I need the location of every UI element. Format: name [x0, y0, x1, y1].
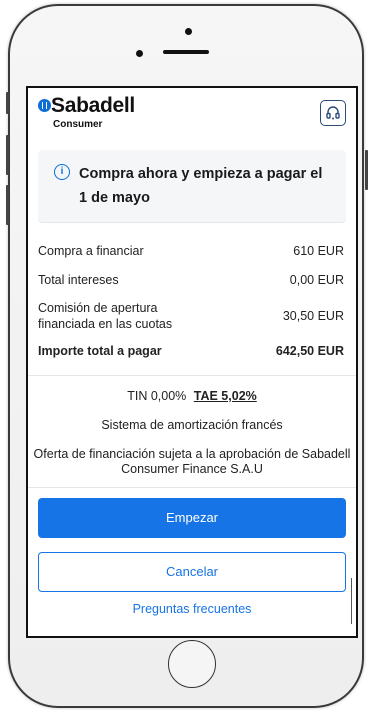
row-value: 0,00 EUR: [289, 273, 344, 287]
total-label: Importe total a pagar: [38, 344, 162, 358]
app-screen: Sabadell Consumer i Compra ahora y empie…: [26, 86, 358, 638]
power-button: [365, 150, 368, 190]
faq-link[interactable]: Preguntas frecuentes: [28, 602, 356, 616]
amortization-method: Sistema de amortización francés: [101, 418, 283, 432]
cancel-button[interactable]: Cancelar: [38, 552, 346, 592]
scrollbar[interactable]: [350, 578, 352, 624]
mute-switch: [6, 92, 9, 114]
speaker-grille: [163, 50, 209, 54]
row-label: Compra a financiar: [38, 244, 144, 258]
financing-summary: Compra a financiar 610 EUR Total interes…: [28, 237, 356, 365]
headset-icon: [326, 106, 340, 120]
brand-sub: Consumer: [53, 119, 103, 130]
rates-line: TIN 0,00% TAE 5,02%: [28, 389, 356, 403]
home-button[interactable]: [168, 640, 216, 688]
tin-rate: TIN 0,00%: [127, 389, 187, 403]
volume-up-button: [6, 135, 9, 175]
app-header: Sabadell Consumer: [28, 88, 356, 150]
row-label: Total intereses: [38, 273, 119, 287]
row-value: 30,50 EUR: [282, 309, 344, 323]
brand-name: Sabadell: [51, 94, 135, 117]
info-icon: i: [54, 164, 70, 180]
banner-text: Compra ahora y empieza a pagar el 1 de m…: [79, 166, 323, 206]
offer-disclaimer: Oferta de financiación sujeta a la aprob…: [33, 447, 351, 476]
row-label: Comisión de apertura financiada en las c…: [38, 301, 173, 331]
sabadell-logo: Sabadell Consumer: [38, 95, 135, 130]
divider: [28, 375, 356, 376]
volume-down-button: [6, 185, 9, 225]
sensor-dot: [185, 28, 192, 35]
summary-row: Total intereses 0,00 EUR: [28, 265, 356, 295]
divider: [28, 487, 356, 488]
support-button[interactable]: [320, 100, 346, 126]
sabadell-logo-icon: [38, 99, 51, 112]
camera-icon: [136, 50, 143, 57]
summary-row: Comisión de apertura financiada en las c…: [28, 295, 356, 337]
total-value: 642,50 EUR: [275, 344, 344, 358]
start-button[interactable]: Empezar: [38, 498, 346, 538]
payment-info-banner: i Compra ahora y empieza a pagar el 1 de…: [38, 150, 346, 223]
summary-row: Compra a financiar 610 EUR: [28, 237, 356, 265]
tae-rate-link[interactable]: TAE 5,02%: [194, 389, 257, 403]
row-value: 610 EUR: [293, 244, 344, 258]
total-row: Importe total a pagar 642,50 EUR: [28, 337, 356, 365]
